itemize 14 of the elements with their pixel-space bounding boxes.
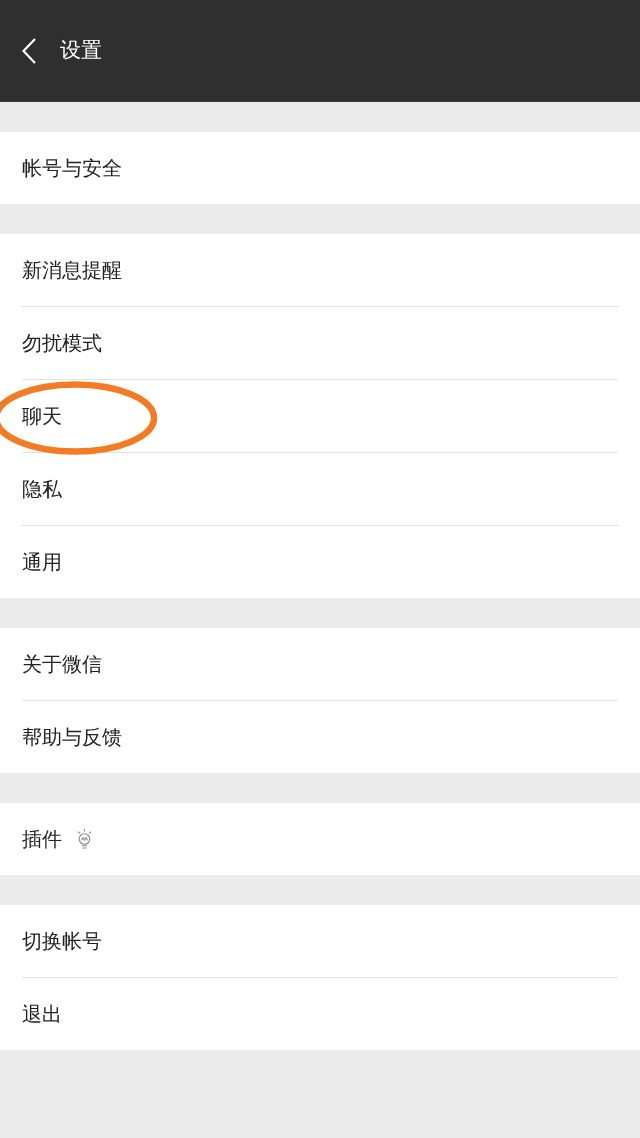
page-title: 设置 bbox=[60, 40, 102, 61]
settings-item[interactable]: 新消息提醒 bbox=[0, 234, 640, 306]
settings-item[interactable]: 聊天 bbox=[0, 380, 640, 452]
settings-item[interactable]: 关于微信 bbox=[0, 628, 640, 700]
settings-item[interactable]: 插件 bbox=[0, 803, 640, 875]
settings-item[interactable]: 勿扰模式 bbox=[0, 307, 640, 379]
back-icon[interactable] bbox=[22, 37, 36, 64]
lightbulb-icon bbox=[76, 829, 93, 849]
settings-item[interactable]: 帮助与反馈 bbox=[0, 701, 640, 773]
settings-item[interactable]: 通用 bbox=[0, 526, 640, 598]
settings-item[interactable]: 隐私 bbox=[0, 453, 640, 525]
settings-item[interactable]: 切换帐号 bbox=[0, 905, 640, 977]
settings-item[interactable]: 退出 bbox=[0, 978, 640, 1050]
settings-item[interactable]: 帐号与安全 bbox=[0, 132, 640, 204]
